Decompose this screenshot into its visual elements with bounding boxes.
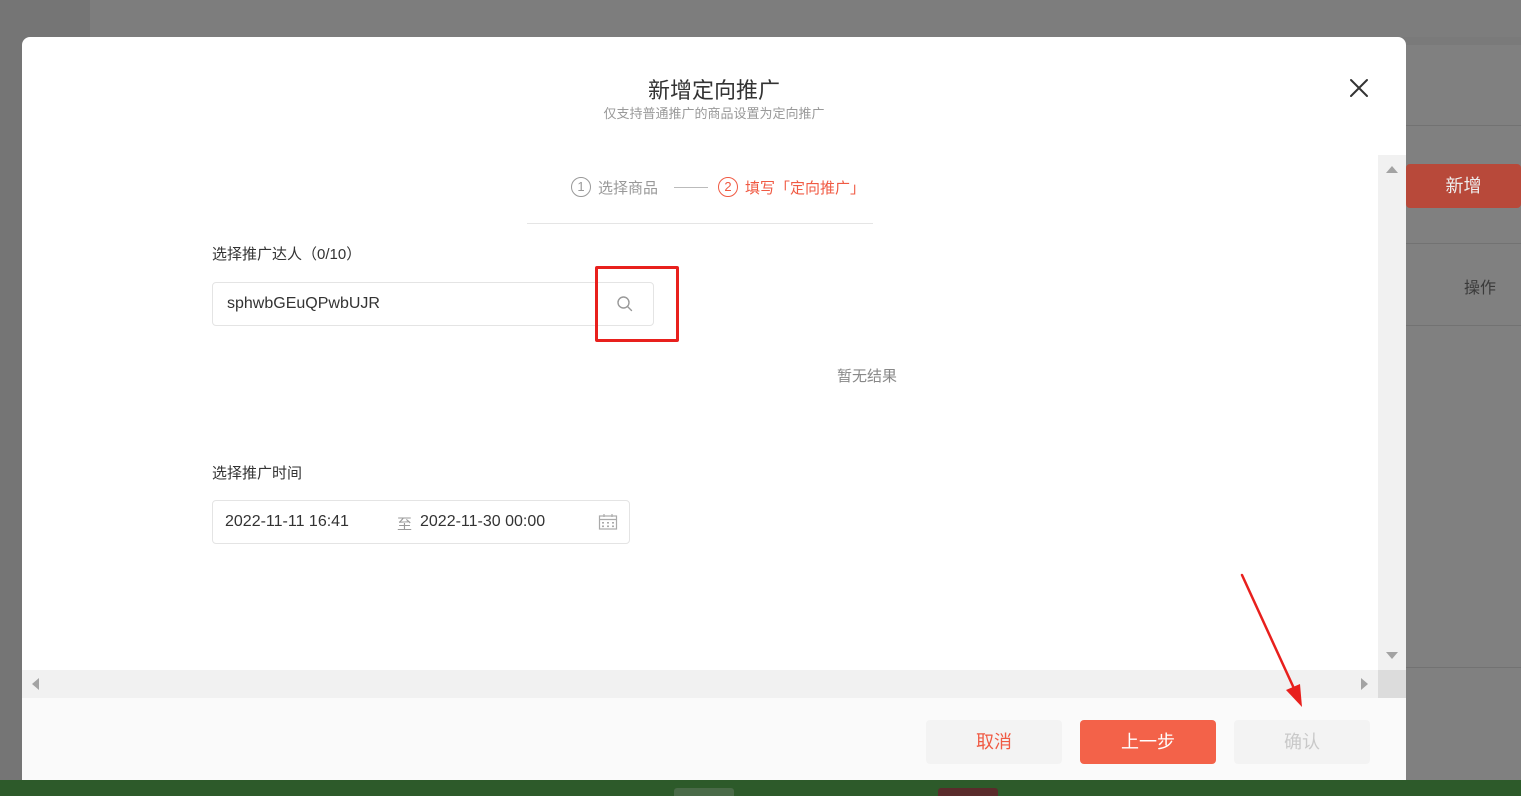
step-number: 2 xyxy=(718,177,738,197)
time-label: 选择推广时间 xyxy=(212,465,303,482)
targeted-promotion-modal: 新增定向推广 仅支持普通推广的商品设置为定向推广 1 选择商品 2 填写「定向推… xyxy=(22,37,1406,780)
influencer-search-input[interactable] xyxy=(213,285,611,323)
background-bottom-button-1 xyxy=(674,788,734,796)
step-number: 1 xyxy=(571,177,591,197)
influencer-label: 选择推广达人（0/10） xyxy=(212,246,362,263)
step-indicator: 1 选择商品 2 填写「定向推广」 xyxy=(527,175,873,224)
background-add-button: 新增 xyxy=(1406,164,1521,208)
date-end[interactable]: 2022-11-30 00:00 xyxy=(420,513,545,531)
step-label: 选择商品 xyxy=(598,179,659,197)
previous-step-button[interactable]: 上一步 xyxy=(1080,720,1216,764)
date-start[interactable]: 2022-11-11 16:41 xyxy=(225,513,349,531)
background-table-area xyxy=(1406,45,1521,780)
horizontal-scrollbar[interactable] xyxy=(22,670,1378,698)
step-connector xyxy=(674,187,708,188)
influencer-search-box xyxy=(212,282,654,326)
cancel-button[interactable]: 取消 xyxy=(926,720,1062,764)
date-separator: 至 xyxy=(397,516,413,533)
date-range-picker[interactable]: 2022-11-11 16:41 至 2022-11-30 00:00 xyxy=(212,500,630,544)
close-icon[interactable] xyxy=(1342,71,1376,105)
background-topbar xyxy=(90,0,1521,37)
annotation-highlight-box xyxy=(595,266,679,342)
background-bottom-button-2 xyxy=(938,788,998,796)
step-fill-promotion: 2 填写「定向推广」 xyxy=(718,175,865,199)
background-bottom-bar xyxy=(0,780,1521,796)
step-select-product: 1 选择商品 xyxy=(571,175,658,199)
empty-result-text: 暂无结果 xyxy=(836,368,897,385)
modal-title: 新增定向推广 xyxy=(647,78,780,103)
modal-subtitle: 仅支持普通推广的商品设置为定向推广 xyxy=(603,106,825,121)
modal-footer: 取消 上一步 确认 xyxy=(22,698,1406,780)
scrollbar-corner xyxy=(1378,670,1406,698)
background-operation-header: 操作 xyxy=(1463,280,1496,297)
vertical-scrollbar[interactable] xyxy=(1378,155,1406,670)
step-label: 填写「定向推广」 xyxy=(745,179,866,197)
confirm-button[interactable]: 确认 xyxy=(1234,720,1370,764)
calendar-icon xyxy=(598,514,618,530)
